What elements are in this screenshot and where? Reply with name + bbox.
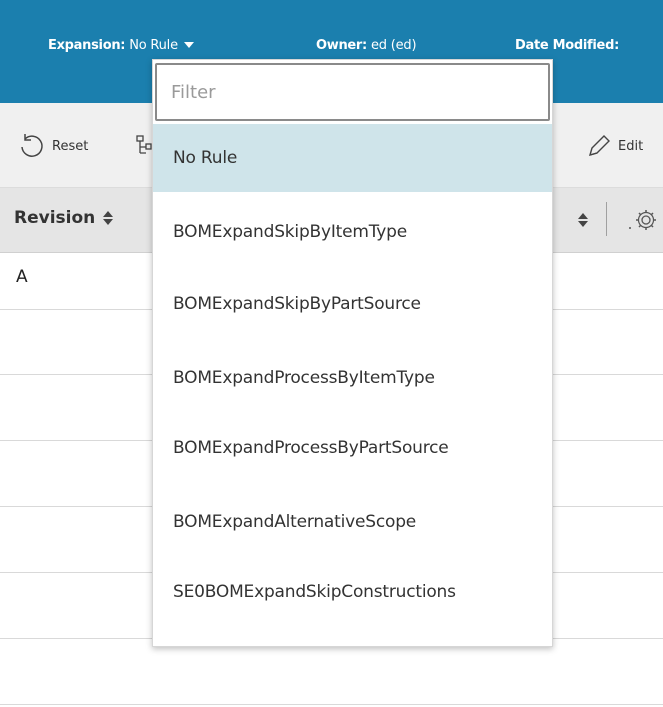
dropdown-option-skip-constructions[interactable]: SE0BOMExpandSkipConstructions [153,558,552,626]
table-row[interactable] [0,639,663,705]
revision-cell: A [16,267,28,287]
owner-label: Owner: [316,38,367,53]
dropdown-option-no-rule[interactable]: No Rule [153,124,552,192]
expansion-label: Expansion: [48,38,126,53]
revision-header-label: Revision [14,208,96,228]
dropdown-option-process-by-part-source[interactable]: BOMExpandProcessByPartSource [153,414,552,482]
expansion-value[interactable]: No Rule [129,38,178,53]
dropdown-option-skip-by-part-source[interactable]: BOMExpandSkipByPartSource [153,270,552,338]
column-header-revision[interactable]: Revision [14,208,114,228]
owner-info: Owner: ed (ed) [316,38,417,53]
reset-label: Reset [52,138,89,154]
owner-value[interactable]: ed (ed) [371,38,417,53]
dropdown-option-process-by-item-type[interactable]: BOMExpandProcessByItemType [153,344,552,412]
edit-label: Edit [618,138,644,154]
structure-icon [135,133,153,159]
date-modified-label: Date Modified: [515,38,619,53]
settings-icon[interactable] [628,206,658,238]
expansion-rule-dropdown: No Rule BOMExpandSkipByItemType BOMExpan… [152,59,553,647]
structure-button[interactable] [135,133,153,159]
dropdown-option-skip-by-item-type[interactable]: BOMExpandSkipByItemType [153,198,552,266]
edit-icon [586,133,612,159]
sort-icon[interactable] [103,210,114,226]
dropdown-option-alternative-scope[interactable]: BOMExpandAlternativeScope [153,488,552,556]
caret-down-icon[interactable] [183,41,194,48]
filter-input[interactable] [155,63,550,121]
reset-button[interactable]: Reset [16,133,88,159]
column-divider [606,202,607,236]
reset-icon [16,133,46,159]
expansion-selector[interactable]: Expansion: No Rule [48,38,194,53]
date-modified-info: Date Modified: [515,38,619,53]
edit-button[interactable]: Edit [586,133,643,159]
sort-icon[interactable] [578,212,588,228]
